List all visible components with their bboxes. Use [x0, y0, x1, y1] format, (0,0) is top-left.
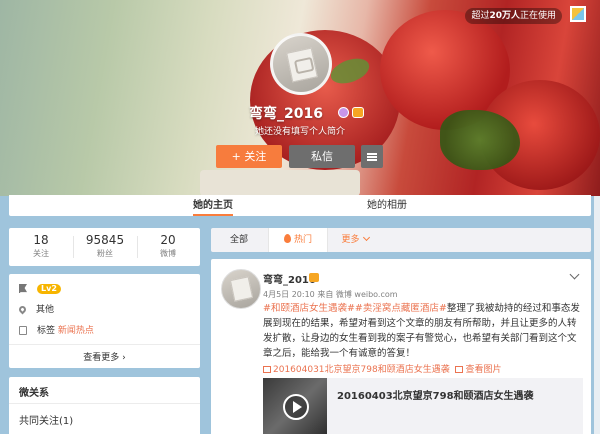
more-menu-button[interactable]	[361, 145, 383, 168]
chevron-down-icon	[362, 233, 370, 242]
feed-post: 弯弯_2016 4月5日 20:10 来自 微博 weibo.com #和颐酒店…	[211, 259, 591, 434]
member-badge-icon[interactable]	[338, 107, 349, 118]
message-button[interactable]: 私信	[289, 145, 355, 168]
follow-button[interactable]: + 关注	[216, 145, 282, 168]
crown-badge-icon[interactable]	[352, 107, 364, 118]
stat-following[interactable]: 18 关注	[9, 233, 73, 259]
stat-label: 微博	[160, 249, 176, 258]
post-text: #和颐酒店女生遇袭##卖淫窝点藏匿酒店#整理了我被劫持的经过和事态发展到现在的结…	[263, 301, 581, 361]
hashtag-link[interactable]: #卖淫窝点藏匿酒店#	[355, 303, 447, 314]
tab-home[interactable]: 她的主页	[193, 195, 233, 216]
location-row: 其他	[17, 303, 55, 317]
location-pin-icon	[17, 304, 28, 315]
online-badge-count: 20万人	[489, 11, 520, 21]
profile-info-card: Lv2 其他 标签 新闻热点 查看更多 ›	[9, 274, 200, 368]
hashtag-link[interactable]: #和颐酒店女生遇袭#	[263, 303, 355, 314]
location-value: 其他	[36, 305, 55, 315]
skin-template-icon[interactable]	[570, 6, 586, 22]
video-thumbnail[interactable]	[263, 378, 327, 434]
post-avatar[interactable]	[221, 269, 261, 309]
relations-title: 微关系	[19, 388, 49, 399]
tags-label: 标签	[37, 326, 56, 336]
filter-more[interactable]: 更多	[335, 228, 375, 252]
play-icon[interactable]	[283, 394, 309, 420]
profile-nickname: 弯弯_2016	[249, 106, 323, 122]
profile-tab-bar: 她的主页 她的相册	[9, 195, 591, 216]
view-images-link[interactable]: 查看图片	[465, 365, 501, 375]
feed-filter-bar: 全部 热门 更多	[211, 228, 591, 252]
image-icon	[455, 366, 464, 373]
post-author[interactable]: 弯弯_2016	[263, 271, 316, 286]
crown-badge-icon[interactable]	[309, 273, 319, 282]
stat-number: 20	[160, 233, 176, 247]
video-card[interactable]: 20160403北京望京798和颐酒店女生遇袭	[263, 378, 583, 434]
post-attachments: 201604031北京望京798和颐酒店女生遇袭 查看图片	[263, 362, 583, 375]
stat-posts[interactable]: 20 微博	[136, 233, 200, 259]
online-badge-prefix: 超过	[471, 11, 490, 21]
filter-all[interactable]: 全部	[211, 228, 267, 252]
flag-icon	[19, 284, 27, 293]
divider	[9, 403, 200, 404]
see-more-link[interactable]: 查看更多 ›	[9, 350, 200, 363]
stat-label: 关注	[33, 249, 49, 258]
filter-more-label: 更多	[341, 235, 360, 245]
tab-album[interactable]: 她的相册	[367, 195, 407, 216]
tag-link[interactable]: 新闻热点	[58, 326, 94, 336]
video-card-title[interactable]: 20160403北京望京798和颐酒店女生遇袭	[337, 387, 534, 402]
profile-intro: 她还没有填写个人简介	[254, 127, 345, 137]
tag-icon	[19, 326, 27, 335]
flame-icon	[283, 234, 291, 243]
divider	[9, 344, 200, 345]
online-users-badge: 超过20万人正在使用	[465, 8, 562, 24]
filter-hot[interactable]: 热门	[268, 228, 328, 252]
stats-card: 18 关注 95845 粉丝 20 微博	[9, 228, 200, 266]
relations-card: 微关系 共同关注(1)	[9, 377, 200, 434]
video-icon	[263, 366, 271, 373]
cover-plate	[200, 170, 360, 196]
stat-number: 18	[33, 233, 49, 247]
profile-avatar[interactable]	[270, 33, 332, 95]
level-row: Lv2	[19, 282, 61, 296]
stat-label: 粉丝	[97, 249, 113, 258]
post-meta: 4月5日 20:10 来自 微博 weibo.com	[263, 290, 398, 299]
stat-followers[interactable]: 95845 粉丝	[73, 233, 137, 259]
scroll-edge	[594, 196, 600, 434]
video-link[interactable]: 201604031北京望京798和颐酒店女生遇袭	[273, 365, 450, 375]
menu-icon	[367, 153, 377, 161]
avatar-image	[286, 47, 318, 83]
online-badge-suffix: 正在使用	[519, 11, 556, 21]
level-badge[interactable]: Lv2	[37, 284, 61, 294]
common-follow-link[interactable]: 共同关注(1)	[19, 412, 73, 427]
chevron-down-icon[interactable]	[569, 269, 580, 280]
tags-row: 标签 新闻热点	[19, 324, 94, 338]
stat-number: 95845	[85, 233, 125, 247]
filter-hot-label: 热门	[293, 235, 312, 245]
